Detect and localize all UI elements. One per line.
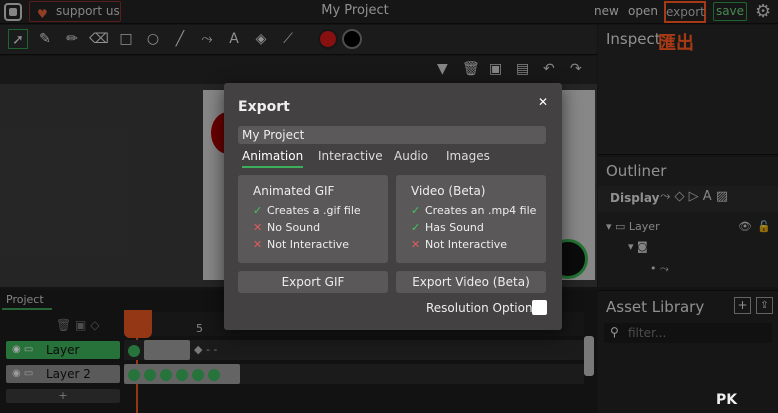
tab-animation[interactable]: Animation bbox=[242, 149, 304, 168]
search-icon: ⚲ bbox=[610, 325, 619, 339]
video-feature-3: ✕ Not Interactive bbox=[411, 238, 508, 251]
gif-option-card[interactable]: Animated GIF ✓ Creates a .gif file ✕ No So… bbox=[238, 175, 388, 263]
gif-feature-3: ✕ Not Interactive bbox=[253, 238, 350, 251]
tab-audio[interactable]: Audio bbox=[394, 149, 428, 163]
video-feature-1: ✓ Creates an .mp4 file bbox=[411, 204, 537, 217]
export-gif-button[interactable]: Export GIF bbox=[238, 271, 388, 293]
cross-icon: ✕ bbox=[253, 238, 263, 251]
cross-icon: ✕ bbox=[253, 221, 263, 234]
export-dialog: Export ✕ Animation Interactive Audio Ima… bbox=[224, 83, 562, 330]
check-icon: ✓ bbox=[253, 204, 263, 217]
tab-images[interactable]: Images bbox=[446, 149, 490, 163]
gif-feature-1: ✓ Creates a .gif file bbox=[253, 204, 361, 217]
gif-feature-2: ✕ No Sound bbox=[253, 221, 321, 234]
video-option-card[interactable]: Video (Beta) ✓ Creates an .mp4 file ✓ Has … bbox=[396, 175, 546, 263]
check-icon: ✓ bbox=[411, 204, 421, 217]
video-feature-2: ✓ Has Sound bbox=[411, 221, 484, 234]
resolution-options-checkbox[interactable] bbox=[532, 300, 547, 315]
resolution-options-label: Resolution Options bbox=[426, 301, 539, 315]
export-video-button[interactable]: Export Video (Beta) bbox=[396, 271, 546, 293]
project-name-input[interactable] bbox=[238, 126, 546, 144]
cross-icon: ✕ bbox=[411, 238, 421, 251]
export-dialog-title: Export bbox=[238, 99, 290, 115]
watermark-logo: PK bbox=[716, 392, 738, 408]
tab-interactive[interactable]: Interactive bbox=[318, 149, 383, 163]
video-card-title: Video (Beta) bbox=[411, 184, 486, 198]
close-icon[interactable]: ✕ bbox=[538, 95, 548, 109]
gif-card-title: Animated GIF bbox=[253, 184, 335, 198]
check-icon: ✓ bbox=[411, 221, 421, 234]
